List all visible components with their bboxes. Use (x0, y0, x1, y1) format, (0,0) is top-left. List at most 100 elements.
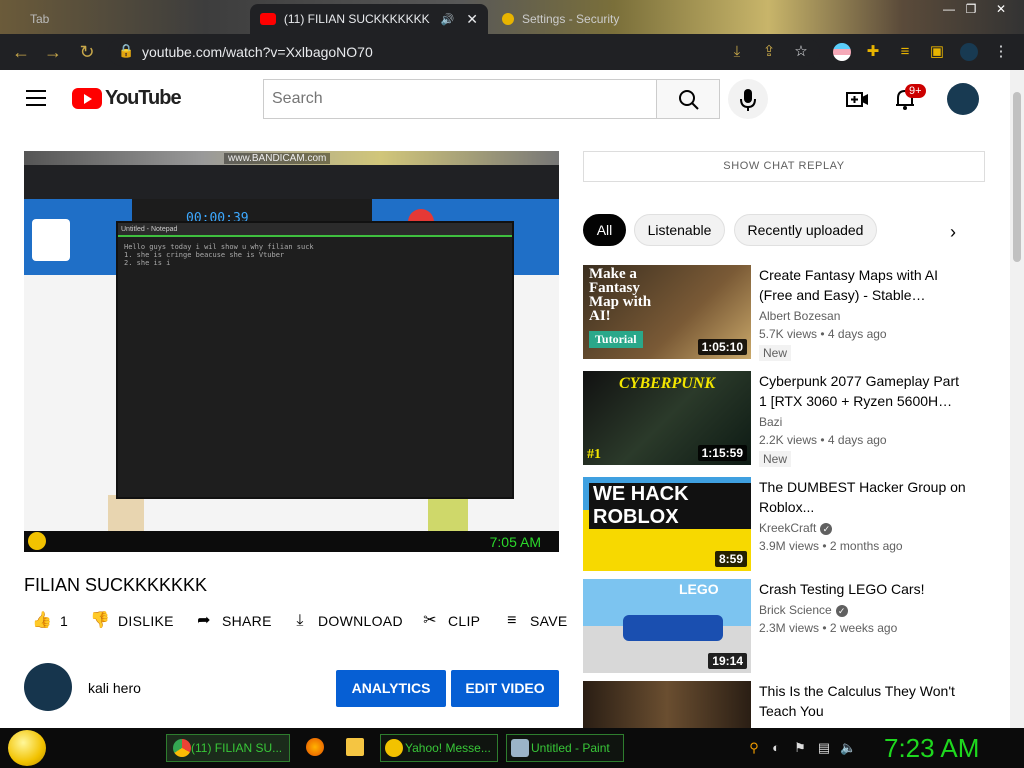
playlist-add-icon: ≡ (507, 612, 517, 629)
channel-name[interactable]: kali hero (88, 680, 141, 696)
taskbar-item-paint[interactable]: Untitled - Paint (506, 734, 624, 762)
scissors-icon: ✂ (423, 612, 437, 629)
chip-all[interactable]: All (583, 214, 626, 246)
tab-label: Settings - Security (522, 12, 620, 26)
clip-button[interactable]: ✂ CLIP (420, 610, 480, 632)
search-button[interactable] (656, 79, 720, 119)
clipboard-icon (32, 219, 70, 261)
back-arrow-icon[interactable]: ← (10, 42, 32, 62)
video-thumbnail[interactable]: CYBERPUNK #1 1:15:59 (583, 371, 751, 465)
video-channel[interactable]: KreekCraft ✓ (759, 521, 833, 535)
channel-avatar[interactable] (24, 663, 72, 711)
analytics-button[interactable]: ANALYTICS (336, 670, 446, 707)
share-page-icon[interactable]: ⇪ (760, 43, 778, 61)
chevron-right-icon[interactable]: › (950, 222, 956, 243)
download-button[interactable]: ⤓ DOWNLOAD (290, 610, 403, 632)
extension-flag-icon[interactable] (833, 43, 851, 61)
tab-new[interactable]: Tab (20, 4, 240, 34)
youtube-favicon-icon (260, 13, 276, 25)
video-meta: 3.9M views • 2 months ago (759, 539, 903, 553)
bookmark-star-icon[interactable]: ☆ (792, 43, 810, 61)
flag-tray-icon[interactable]: ⚑ (792, 740, 808, 756)
taskbar-item-yahoo[interactable]: Yahoo! Messe... (380, 734, 498, 762)
video-frame-browser: www.BANDICAM.com (24, 153, 559, 199)
share-button[interactable]: ➦ SHARE (194, 610, 272, 632)
omnibox[interactable]: 🔒 youtube.com/watch?v=XxlbagoNO70 (108, 38, 820, 66)
scrollbar-thumb[interactable] (1013, 92, 1021, 262)
video-title[interactable]: The DUMBEST Hacker Group on Roblox... (759, 477, 979, 517)
notepad-line: Hello guys today i wil show u why filian… (124, 243, 314, 251)
video-player[interactable]: www.BANDICAM.com 00:00:39 Untitled - Not… (24, 151, 559, 552)
tab-close-icon[interactable]: ✕ (466, 11, 478, 28)
video-title: FILIAN SUCKKKKKKK (24, 575, 208, 595)
video-frame-taskbar: 7:05 AM (24, 531, 559, 552)
recommended-video[interactable]: This Is the Calculus They Won't Teach Yo… (583, 681, 1003, 728)
profile-avatar-icon[interactable] (960, 43, 978, 61)
video-title[interactable]: Cyberpunk 2077 Gameplay Part 1 [RTX 3060… (759, 371, 979, 411)
voice-search-button[interactable] (728, 79, 768, 119)
recommended-video[interactable]: WE HACK ROBLOX 8:59 The DUMBEST Hacker G… (583, 477, 1003, 571)
lego-car-shape (623, 615, 723, 641)
search-tray-icon[interactable]: ⚲ (746, 740, 762, 756)
chip-recently-uploaded[interactable]: Recently uploaded (734, 214, 877, 246)
video-title[interactable]: Create Fantasy Maps with AI (Free and Ea… (759, 265, 979, 305)
create-video-button[interactable] (844, 86, 870, 112)
show-chat-replay-button[interactable]: SHOW CHAT REPLAY (583, 151, 985, 182)
lock-icon[interactable]: 🔒 (118, 43, 134, 59)
notepad-window: Untitled - Notepad Hello guys today i wi… (116, 221, 514, 499)
url-text[interactable]: youtube.com/watch?v=XxlbagoNO70 (142, 44, 373, 60)
forward-arrow-icon[interactable]: → (42, 42, 64, 62)
video-channel[interactable]: Bazi (759, 415, 782, 429)
reload-icon[interactable]: ↻ (76, 42, 98, 62)
video-channel[interactable]: Brick Science ✓ (759, 603, 848, 617)
browser-menu-icon[interactable]: ⋮ (992, 43, 1010, 61)
title-line: 1 [RTX 3060 + Ryzen 5600H… (759, 393, 953, 409)
recommended-video[interactable]: CYBERPUNK #1 1:15:59 Cyberpunk 2077 Game… (583, 371, 1003, 467)
desktop-shape (428, 495, 468, 531)
search-input[interactable] (263, 79, 657, 119)
volume-tray-icon[interactable]: 🔈 (840, 740, 856, 756)
tab-settings[interactable]: Settings - Security (492, 4, 692, 34)
puzzle-extension-icon[interactable]: ✚ (864, 43, 882, 61)
notepad-line: 2. she is i (124, 259, 171, 267)
save-button[interactable]: ≡ SAVE (502, 610, 568, 632)
status-tray-icon[interactable]: ◐ (768, 740, 784, 756)
browser-tab-strip: Tab (11) FILIAN SUCKKKKKKK - Y 🔊 ✕ Setti… (0, 0, 1024, 34)
thumbs-down-icon: 👎 (90, 612, 111, 629)
chip-listenable[interactable]: Listenable (634, 214, 725, 246)
hamburger-menu-icon[interactable] (26, 90, 46, 106)
dislike-button[interactable]: 👎 DISLIKE (90, 610, 174, 632)
media-queue-icon[interactable]: ≡ (896, 43, 914, 61)
firefox-icon[interactable] (306, 738, 324, 756)
video-title[interactable]: Crash Testing LEGO Cars! (759, 579, 979, 599)
video-thumbnail[interactable] (583, 681, 751, 728)
video-channel[interactable]: Albert Bozesan (759, 309, 840, 323)
new-badge: New (759, 345, 792, 361)
taskbar-clock[interactable]: 7:23 AM (884, 733, 979, 764)
video-thumbnail[interactable]: Make a Fantasy Map with AI! Tutorial 1:0… (583, 265, 751, 359)
recommended-video[interactable]: Make a Fantasy Map with AI! Tutorial 1:0… (583, 265, 1003, 361)
minimize-icon[interactable]: — (938, 2, 960, 16)
edit-video-button[interactable]: EDIT VIDEO (451, 670, 559, 707)
video-thumbnail[interactable]: WE HACK ROBLOX 8:59 (583, 477, 751, 571)
audio-icon[interactable]: 🔊 (441, 13, 455, 26)
network-tray-icon[interactable]: ▤ (816, 740, 832, 756)
recommended-video[interactable]: LEGO 19:14 Crash Testing LEGO Cars! Bric… (583, 579, 1003, 673)
like-button[interactable]: 👍 1 (32, 610, 68, 632)
side-panel-icon[interactable]: ▣ (928, 43, 946, 61)
video-title[interactable]: This Is the Calculus They Won't Teach Yo… (759, 681, 979, 721)
video-meta: 2.3M views • 2 weeks ago (759, 621, 898, 635)
start-smiley-icon[interactable] (8, 730, 46, 766)
window-close-icon[interactable]: ✕ (990, 2, 1012, 16)
taskbar-item-chrome[interactable]: (11) FILIAN SU... (166, 734, 290, 762)
install-app-icon[interactable]: ⤓ (728, 43, 746, 61)
tab-youtube[interactable]: (11) FILIAN SUCKKKKKKK - Y 🔊 ✕ (250, 4, 488, 34)
maximize-icon[interactable]: ❐ (960, 2, 982, 16)
tab-label: (11) FILIAN SUCKKKKKKK - Y (283, 12, 433, 26)
youtube-logo[interactable]: YouTube (72, 87, 182, 110)
video-meta: 5.7K views • 4 days ago (759, 327, 887, 341)
account-avatar[interactable] (947, 83, 979, 115)
folder-icon[interactable] (346, 738, 364, 756)
video-thumbnail[interactable]: LEGO 19:14 (583, 579, 751, 673)
thumbnail-text: LEGO (679, 581, 719, 597)
